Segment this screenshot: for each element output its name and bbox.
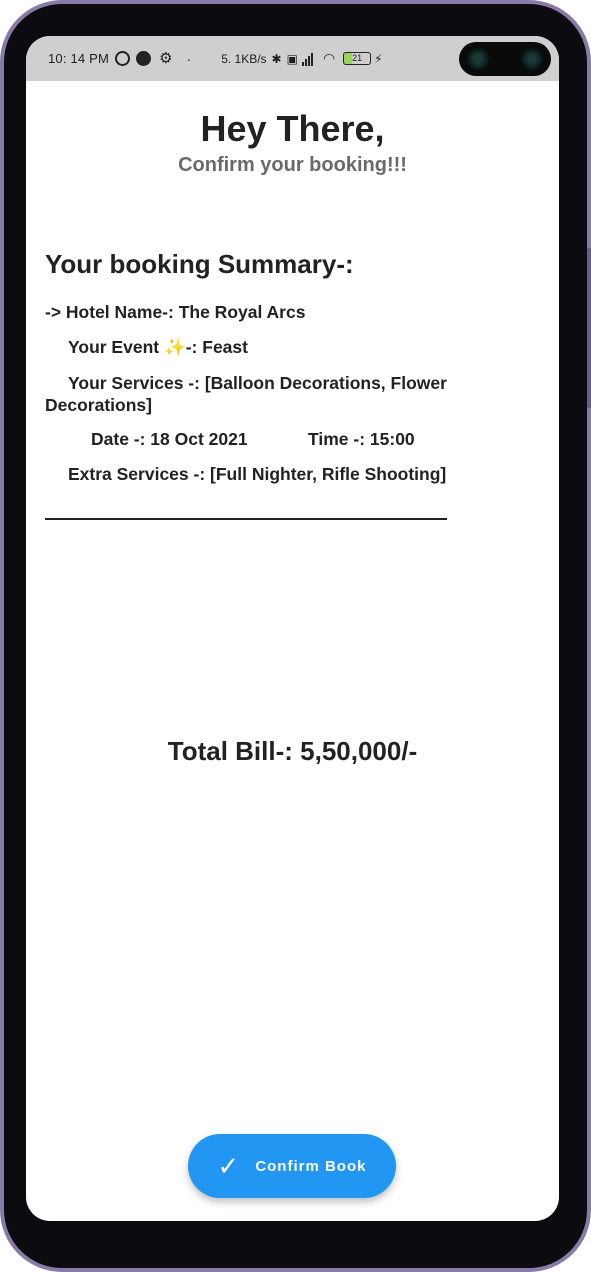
- camera-icon: [466, 47, 490, 71]
- event-line: Your Event ✨-: Feast: [68, 337, 248, 357]
- check-icon: ✓: [217, 1151, 240, 1181]
- camera-icon: [520, 47, 544, 71]
- data-saver-icon: [136, 51, 152, 66]
- phone-frame: 10: 14 PM ⚙ · 5. 1KB/s ✱ ▣ ◠ 21 ⚡ Hey Th…: [0, 0, 591, 1272]
- date-time-line: Date -: 18 Oct 2021 Time -: 15:00: [45, 428, 465, 450]
- volte-icon: ▣: [286, 51, 298, 66]
- dot-icon: ·: [186, 50, 192, 67]
- services-line: Your Services -: [Balloon Decorations, F…: [45, 373, 447, 415]
- charging-icon: ⚡: [374, 51, 383, 66]
- hotel-name-line: -> Hotel Name-: The Royal Arcs: [45, 302, 306, 322]
- status-bar: 10: 14 PM ⚙ · 5. 1KB/s ✱ ▣ ◠ 21 ⚡: [26, 36, 559, 81]
- wifi-icon: ◠: [322, 50, 336, 66]
- summary-heading: Your booking Summary-:: [45, 249, 354, 279]
- signal-icon: [301, 52, 313, 66]
- page-title: Hey There,: [200, 108, 385, 149]
- bluetooth-icon: ✱: [271, 51, 282, 66]
- extra-services-line: Extra Services -: [Full Nighter, Rifle S…: [68, 464, 447, 484]
- time-field: Time -: 15:00: [308, 429, 415, 449]
- whatsapp-icon: [115, 51, 131, 66]
- screen: 10: 14 PM ⚙ · 5. 1KB/s ✱ ▣ ◠ 21 ⚡ Hey Th…: [26, 36, 559, 1221]
- confirm-book-label: Confirm Book: [255, 1157, 367, 1175]
- confirm-book-button[interactable]: ✓ Confirm Book: [188, 1134, 396, 1198]
- divider: [45, 518, 447, 520]
- side-button: [587, 248, 591, 408]
- page-subtitle: Confirm your booking!!!: [178, 154, 407, 176]
- battery-level: 21: [352, 53, 363, 63]
- gear-icon: ⚙: [159, 50, 173, 67]
- date-field: Date -: 18 Oct 2021: [91, 429, 248, 449]
- net-speed: 5. 1KB/s: [221, 51, 267, 66]
- status-time: 10: 14 PM: [48, 51, 110, 66]
- battery-icon: 21: [343, 52, 372, 65]
- camera-cutout: [459, 42, 551, 76]
- total-bill: Total Bill-: 5,50,000/-: [167, 736, 418, 766]
